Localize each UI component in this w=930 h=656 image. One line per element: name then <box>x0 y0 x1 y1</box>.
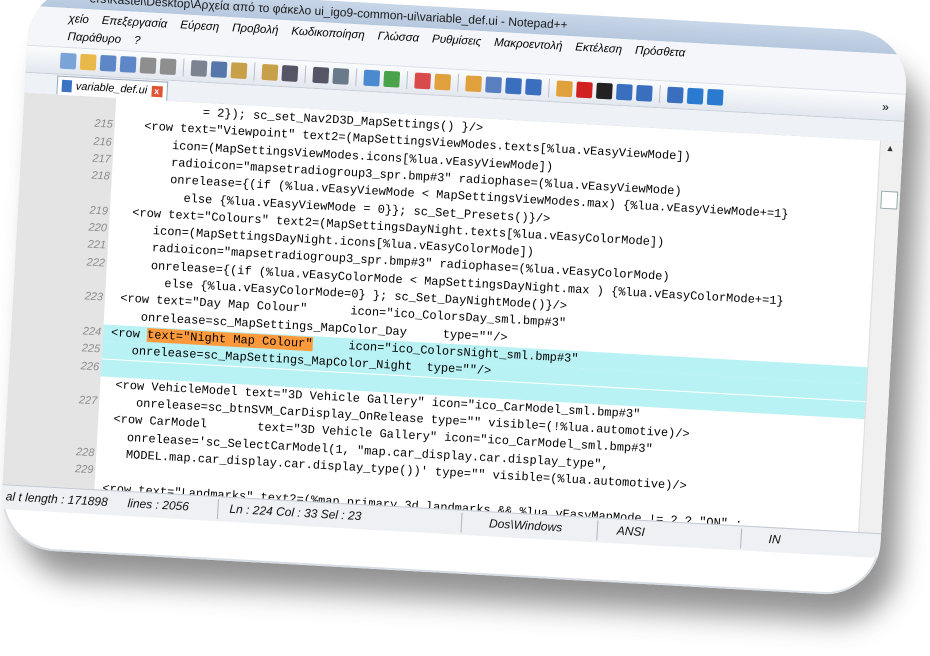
menu-item[interactable]: Πρόσθετα <box>635 42 686 63</box>
line-number: 225 <box>81 342 101 356</box>
status-position: Ln : 224 Col : 33 Sel : 23 <box>229 501 362 524</box>
sort-icon[interactable] <box>686 87 704 105</box>
line-number: 220 <box>88 221 108 235</box>
menu-item[interactable]: Ρυθμίσεις <box>432 30 482 51</box>
status-lines: lines : 2056 <box>127 496 190 514</box>
user-lang-icon[interactable] <box>555 80 573 98</box>
file-icon <box>61 79 73 93</box>
menu-item[interactable]: χείο <box>68 10 89 29</box>
open-file-icon[interactable] <box>79 53 97 71</box>
status-mode: IN <box>768 531 781 547</box>
save-icon[interactable] <box>99 54 117 72</box>
toolbar-separator <box>658 85 661 104</box>
line-number: 222 <box>86 256 106 270</box>
line-number: 228 <box>75 446 95 460</box>
redo-icon[interactable] <box>312 66 330 84</box>
status-divider <box>596 520 599 541</box>
toolbar-separator <box>304 65 307 84</box>
wrap-icon[interactable] <box>485 76 502 94</box>
new-file-icon[interactable] <box>59 52 77 70</box>
code-prefix: <row <box>110 325 148 342</box>
print-icon[interactable] <box>190 59 208 77</box>
zoom-out-icon[interactable] <box>414 72 432 90</box>
status-divider <box>740 528 743 549</box>
sync-v-icon[interactable] <box>434 73 452 91</box>
status-encoding: ANSI <box>616 523 646 540</box>
line-number: 216 <box>93 135 113 149</box>
save-macro-icon[interactable] <box>666 86 684 104</box>
line-number: 224 <box>82 325 102 339</box>
menu-item[interactable]: Προβολή <box>232 19 279 40</box>
close-icon[interactable] <box>139 57 157 75</box>
status-length: al t length : 171898 <box>5 489 109 509</box>
play-macro-icon[interactable] <box>615 83 633 101</box>
find-icon[interactable] <box>332 67 350 85</box>
copy-icon[interactable] <box>230 62 248 80</box>
record-macro-icon[interactable] <box>575 81 593 99</box>
toolbar-separator <box>457 73 460 92</box>
menu-item[interactable]: Εύρεση <box>180 16 220 36</box>
status-eol: Dos\Windows <box>488 516 563 535</box>
code-text: "ico_LandmarksOFF_sml.bmp#3") <box>99 532 344 533</box>
toolbar-separator <box>406 71 409 90</box>
line-number: 226 <box>80 359 100 373</box>
close-tab-icon[interactable]: x <box>150 85 163 97</box>
line-number: 229 <box>74 463 94 477</box>
stop-macro-icon[interactable] <box>595 82 613 100</box>
indent-guide-icon[interactable] <box>525 78 542 96</box>
toolbar-separator <box>182 58 185 77</box>
menu-item[interactable]: ? <box>134 32 141 50</box>
scroll-up-icon[interactable]: ▲ <box>885 143 894 153</box>
menu-item[interactable]: Εκτέλεση <box>575 38 623 59</box>
status-divider <box>460 512 463 533</box>
line-number: 221 <box>87 238 107 252</box>
toolbar-overflow-icon[interactable]: » <box>882 100 889 114</box>
line-number <box>60 530 90 532</box>
all-chars-icon[interactable] <box>505 77 522 95</box>
status-divider <box>216 499 219 520</box>
toolbar-separator <box>547 78 550 97</box>
line-number: 223 <box>84 290 104 304</box>
sync-h-icon[interactable] <box>465 75 483 93</box>
code-editor[interactable]: = 2}); sc_set_Nav2D3D_MapSettings() }/> 2… <box>2 92 903 534</box>
line-number: 215 <box>94 117 114 131</box>
save-all-icon[interactable] <box>119 56 137 73</box>
toolbar-separator <box>253 62 256 81</box>
undo-icon[interactable] <box>281 65 299 82</box>
paste-icon[interactable] <box>261 63 279 81</box>
run-macro-multi-icon[interactable] <box>635 84 653 102</box>
menu-item[interactable]: Παράθυρο <box>67 28 122 49</box>
notepad-window: ers\Kastel\Desktop\Αρχεία από το φάκελο … <box>0 0 910 598</box>
scroll-thumb[interactable] <box>880 190 899 210</box>
cut-icon[interactable] <box>210 61 228 78</box>
line-number: 217 <box>92 152 112 166</box>
line-number: 218 <box>91 169 111 183</box>
menu-item[interactable]: Μακροεντολή <box>494 34 563 56</box>
line-number: 219 <box>89 204 109 218</box>
up-icon[interactable] <box>706 88 724 106</box>
toolbar-separator <box>355 68 358 87</box>
replace-icon[interactable] <box>363 69 381 87</box>
menu-item[interactable]: Γλώσσα <box>377 27 419 47</box>
close-all-icon[interactable] <box>159 58 177 76</box>
zoom-in-icon[interactable] <box>383 70 401 88</box>
line-number: 227 <box>78 394 98 408</box>
